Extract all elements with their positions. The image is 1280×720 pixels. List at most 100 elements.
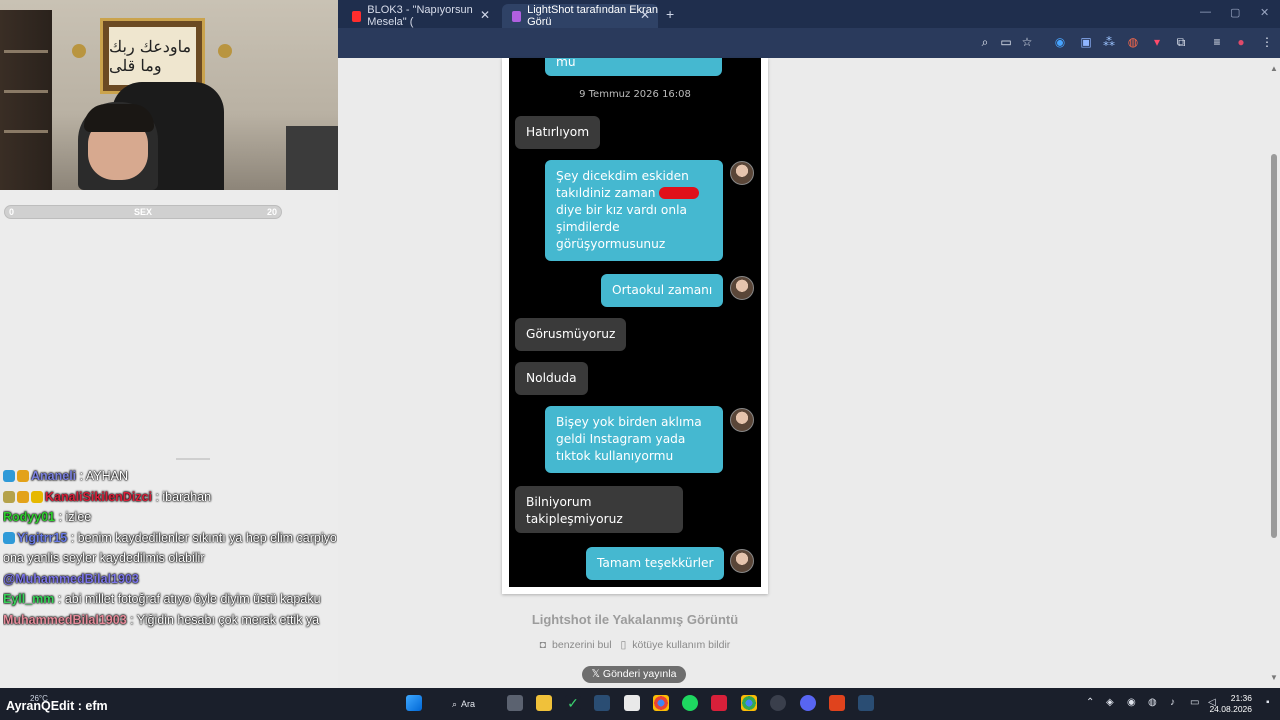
star-icon[interactable]: ☆ [1020,35,1034,49]
extension-d-icon[interactable]: ▾ [1150,35,1164,49]
chat-username[interactable]: Eyll_mm [3,592,54,606]
chat-username[interactable]: MuhammedBilal1903 [3,613,127,627]
zoom-icon[interactable]: ⌕ [978,35,992,49]
checkmark-app-icon[interactable]: ✓ [565,695,581,711]
tab-close-icon[interactable]: ✕ [640,8,650,22]
chat-badge-icon [3,531,15,544]
chat-username[interactable]: Rodyy01 [3,510,55,524]
notion-icon[interactable] [624,695,640,711]
chat-text: : ibarahan [151,489,212,504]
avatar [730,408,754,432]
chat-username[interactable]: Yigitrr15 [17,531,67,545]
discord-icon[interactable] [800,695,816,711]
scroll-down-icon[interactable]: ▼ [1270,673,1278,682]
chat-username[interactable]: KanaliSikilenDizci [45,490,152,504]
message-line: geldi Instagram yada [556,432,686,446]
extension-c-icon[interactable]: ◍ [1126,35,1140,49]
system-clock[interactable]: 21:36 24.08.2026 [1209,693,1252,715]
task-view-icon[interactable] [507,695,523,711]
message-line: şimdilerde [556,220,620,234]
new-tab-button[interactable]: + [666,6,674,22]
extension-a-icon[interactable]: ◉ [1053,35,1067,49]
tab-label: BLOK3 - "Napıyorsun Mesela" ( [367,4,473,28]
extensions-icon[interactable]: ⧉ [1174,35,1188,49]
extension-b-icon[interactable]: ▣ [1079,35,1093,49]
scroll-up-icon[interactable]: ▲ [1270,64,1278,73]
close-window-button[interactable]: ✕ [1260,6,1269,19]
reading-list-icon[interactable]: ≡ [1210,35,1224,49]
scroll-thumb[interactable] [1271,154,1277,538]
lightshot-caption: Lightshot ile Yakalanmış Görüntü [531,612,739,627]
translate-icon[interactable]: ⁂ [1102,35,1116,49]
chat-username[interactable]: Ananeli [31,469,76,483]
message-bubble-out: Tamam teşekkürler [586,547,725,580]
webcam-overlay: ماودعك ربك وما قلى [0,0,338,190]
message-line: tıktok kullanıyormu [556,449,674,463]
screenshot-card: mu 9 Temmuz 2026 16:08 Hatırlıyom Şey di… [502,58,768,594]
goal-label: SEX [133,207,152,217]
similar-link[interactable]: benzerini bul [552,639,612,651]
search-icon: ⌕ [452,698,458,709]
notification-icon[interactable]: ▪ [1266,697,1270,708]
report-link[interactable]: kötüye kullanım bildir [632,639,730,651]
message-line: görüşyormusunuz [556,237,666,251]
browser-toolbar: ⌕ ▭ ☆ ◉ ▣ ⁂ ◍ ▾ ⧉ ≡ ● ⋮ [338,28,1280,58]
steam-tray-icon[interactable]: ◈ [1106,697,1114,708]
discord-tray-icon[interactable]: ◍ [1148,697,1157,708]
goal-max: 20 [266,207,277,217]
tab-close-icon[interactable]: ✕ [480,8,490,22]
chrome-icon[interactable] [653,695,669,711]
message-line: takipleşmiyoruz [526,512,623,526]
message-line: takıldiniz zaman [556,185,712,202]
chrome-alt-icon[interactable] [741,695,757,711]
message-line: Bişey yok birden aklıma [556,415,702,429]
taskbar-search-button[interactable]: ⌕ Ara [444,695,488,713]
tab-blok3[interactable]: BLOK3 - "Napıyorsun Mesela" ( ✕ [342,4,498,28]
chat-drag-handle[interactable] [176,458,210,460]
start-icon[interactable] [406,695,422,711]
message-bubble-out: Şey dicekdim eskiden takıldiniz zaman di… [545,160,723,261]
camera-icon: ◘ [539,639,547,651]
browser-tab-strip: BLOK3 - "Napıyorsun Mesela" ( ✕ LightSho… [338,0,1280,28]
steam-alt-icon[interactable] [858,695,874,711]
page-viewport: mu 9 Temmuz 2026 16:08 Hatırlıyom Şey di… [338,58,1280,688]
cast-icon[interactable]: ▭ [999,35,1013,49]
menu-icon[interactable]: ⋮ [1260,35,1274,49]
chrome-tray-icon[interactable]: ◉ [1127,697,1136,708]
youtube-icon [352,10,362,22]
chat-screenshot: mu 9 Temmuz 2026 16:08 Hatırlıyom Şey di… [509,58,761,587]
streamer-hair [84,104,154,132]
stream-chat: Ananeli : AYHAN KanaliSikilenDizci : ibar… [3,466,337,688]
obs-icon[interactable] [770,695,786,711]
lightshot-icon [512,10,522,22]
chat-badge-icon [3,490,15,503]
vertical-scrollbar[interactable]: ▲ ▼ [1270,62,1278,682]
chat-message: Ananeli : AYHAN [3,466,337,487]
brave-icon[interactable] [829,695,845,711]
chat-text: : abi millet fotoğraf atıyo öyle diyim ü… [54,592,321,606]
cam-background-object [286,126,338,190]
x-app-icon[interactable] [711,695,727,711]
microphone-icon[interactable]: ♪ [1170,697,1175,708]
spotify-icon[interactable] [682,695,698,711]
profile-icon[interactable]: ● [1234,35,1248,49]
chat-message: MuhammedBilal1903 : Yiğidin hesabı çok m… [3,610,337,631]
message-bubble-in: Bilniyorum takipleşmiyoruz [515,486,683,533]
minimize-button[interactable]: — [1200,6,1211,18]
chat-message: Rodyy01 : izlee [3,507,337,528]
message-timestamp: 9 Temmuz 2026 16:08 [579,89,691,100]
maximize-button[interactable]: ▢ [1230,6,1240,19]
chat-badge-icon [3,470,15,482]
chat-badge-icon [17,470,29,482]
calligraphy-text: ماودعك ربك وما قلى [109,27,196,85]
tray-chevron-icon[interactable]: ⌃ [1086,697,1094,708]
chat-message: KanaliSikilenDizci : ibarahan [3,487,337,508]
steam-icon[interactable] [594,695,610,711]
tab-lightshot[interactable]: LightShot tarafından Ekran Görü ✕ [502,4,658,28]
chat-mention[interactable]: @MuhammedBilal1903 [3,572,139,586]
message-bubble-out: Bişey yok birden aklıma geldi Instagram … [545,406,723,473]
file-explorer-icon[interactable] [536,695,552,711]
cam-shelf [0,10,52,190]
post-on-x-button[interactable]: 𝕏 Gönderi yayınla [582,666,686,683]
network-icon[interactable]: ▭ [1190,697,1199,708]
